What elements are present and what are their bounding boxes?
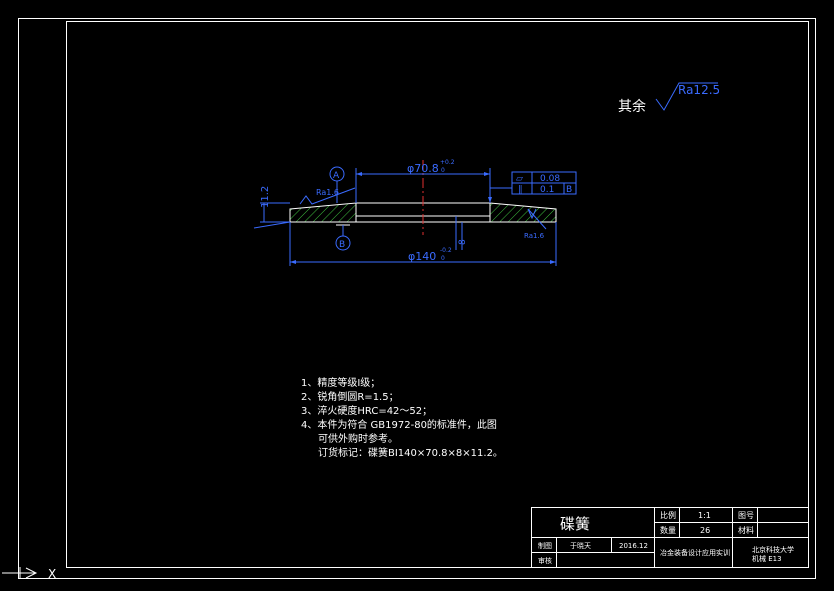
general-roughness-symbol: 其余 Ra12.5 (618, 82, 720, 115)
inner-roughness-mark: Ra1.6 (299, 187, 356, 205)
ucs-x-label: X (48, 567, 56, 581)
part-name: 碟簧 (560, 515, 590, 533)
outer-diameter-tol: -0.2 (440, 247, 452, 254)
tol-row1-symbol: ⏥ (516, 174, 523, 184)
datum-b-label: B (339, 240, 345, 250)
tol-row2-datum: B (566, 185, 572, 195)
roughness-prefix: 其余 (618, 98, 646, 115)
note-2: 2、锐角倒圆R=1.5； (301, 390, 399, 403)
drawn-date: 2016.12 (619, 542, 648, 550)
drawing-frame (66, 21, 809, 568)
qty-label: 数量 (660, 525, 676, 535)
note-3: 3、淬火硬度HRC=42～52； (301, 404, 432, 417)
height-text: 11.2 (260, 186, 271, 208)
technical-notes: 1、精度等级Ⅰ级； 2、锐角倒圆R=1.5； 3、淬火硬度HRC=42～52； … (301, 376, 503, 459)
drawn-label: 制图 (538, 541, 552, 550)
left-section-hatch (289, 202, 357, 223)
inner-diameter-text: φ70.8 (407, 162, 439, 175)
material-label: 材料 (738, 525, 754, 535)
datum-a: A (329, 166, 345, 203)
outer-roughness-text: Ra1.6 (524, 232, 545, 240)
scale-value: 1:1 (698, 511, 711, 520)
outer-diameter-tol-lower: 0 (441, 255, 445, 262)
datum-b: B (335, 224, 351, 251)
project-name: 冶金装备设计应用实训 (660, 548, 730, 557)
thickness-text: 8 (458, 239, 468, 245)
datum-a-label: A (333, 171, 340, 181)
bottom-roughness-mark (253, 221, 291, 229)
note-1: 1、精度等级Ⅰ级； (301, 376, 380, 389)
tolerance-frame: ⏥ 0.08 ∥ 0.1 B (488, 171, 577, 203)
thickness-dimension: 8 (455, 216, 468, 250)
title-block: 碟簧 比例 1:1 图号 数量 26 材料 制图 于晓天 2016.12 审核 … (531, 507, 809, 568)
drawn-by: 于晓天 (570, 541, 591, 550)
inner-diameter-tol-lower: 0 (441, 167, 445, 174)
tol-row1-value: 0.08 (540, 174, 560, 184)
roughness-value: Ra12.5 (678, 83, 720, 97)
drawing-no-label: 图号 (738, 511, 754, 520)
height-dimension: 11.2 (260, 186, 290, 223)
tol-row2-value: 0.1 (540, 185, 554, 195)
inner-roughness-text: Ra1.6 (316, 188, 339, 197)
class-name: 机械 E13 (752, 554, 782, 563)
school-name: 北京科技大学 (752, 545, 794, 554)
right-section-hatch (489, 202, 557, 223)
note-4: 4、本件为符合 GB1972-80的标准件，此图 (301, 418, 497, 431)
cad-drawing-canvas[interactable]: 其余 Ra12.5 φ70.8 +0.2 0 φ140 -0.2 0 11.2 … (0, 0, 834, 591)
outer-diameter-text: φ140 (408, 250, 436, 263)
inner-diameter-tol: +0.2 (440, 159, 455, 166)
tol-row2-symbol: ∥ (518, 185, 523, 195)
part-section-view: φ70.8 +0.2 0 φ140 -0.2 0 11.2 8 Ra1.6 Ra… (253, 159, 577, 266)
qty-value: 26 (700, 526, 710, 535)
note-6: 订货标记：碟簧BI140×70.8×8×11.2。 (318, 446, 503, 459)
review-label: 审核 (538, 556, 552, 565)
scale-label: 比例 (660, 510, 676, 520)
note-5: 可供外购时参考。 (318, 432, 398, 445)
sheet-border (18, 18, 816, 579)
